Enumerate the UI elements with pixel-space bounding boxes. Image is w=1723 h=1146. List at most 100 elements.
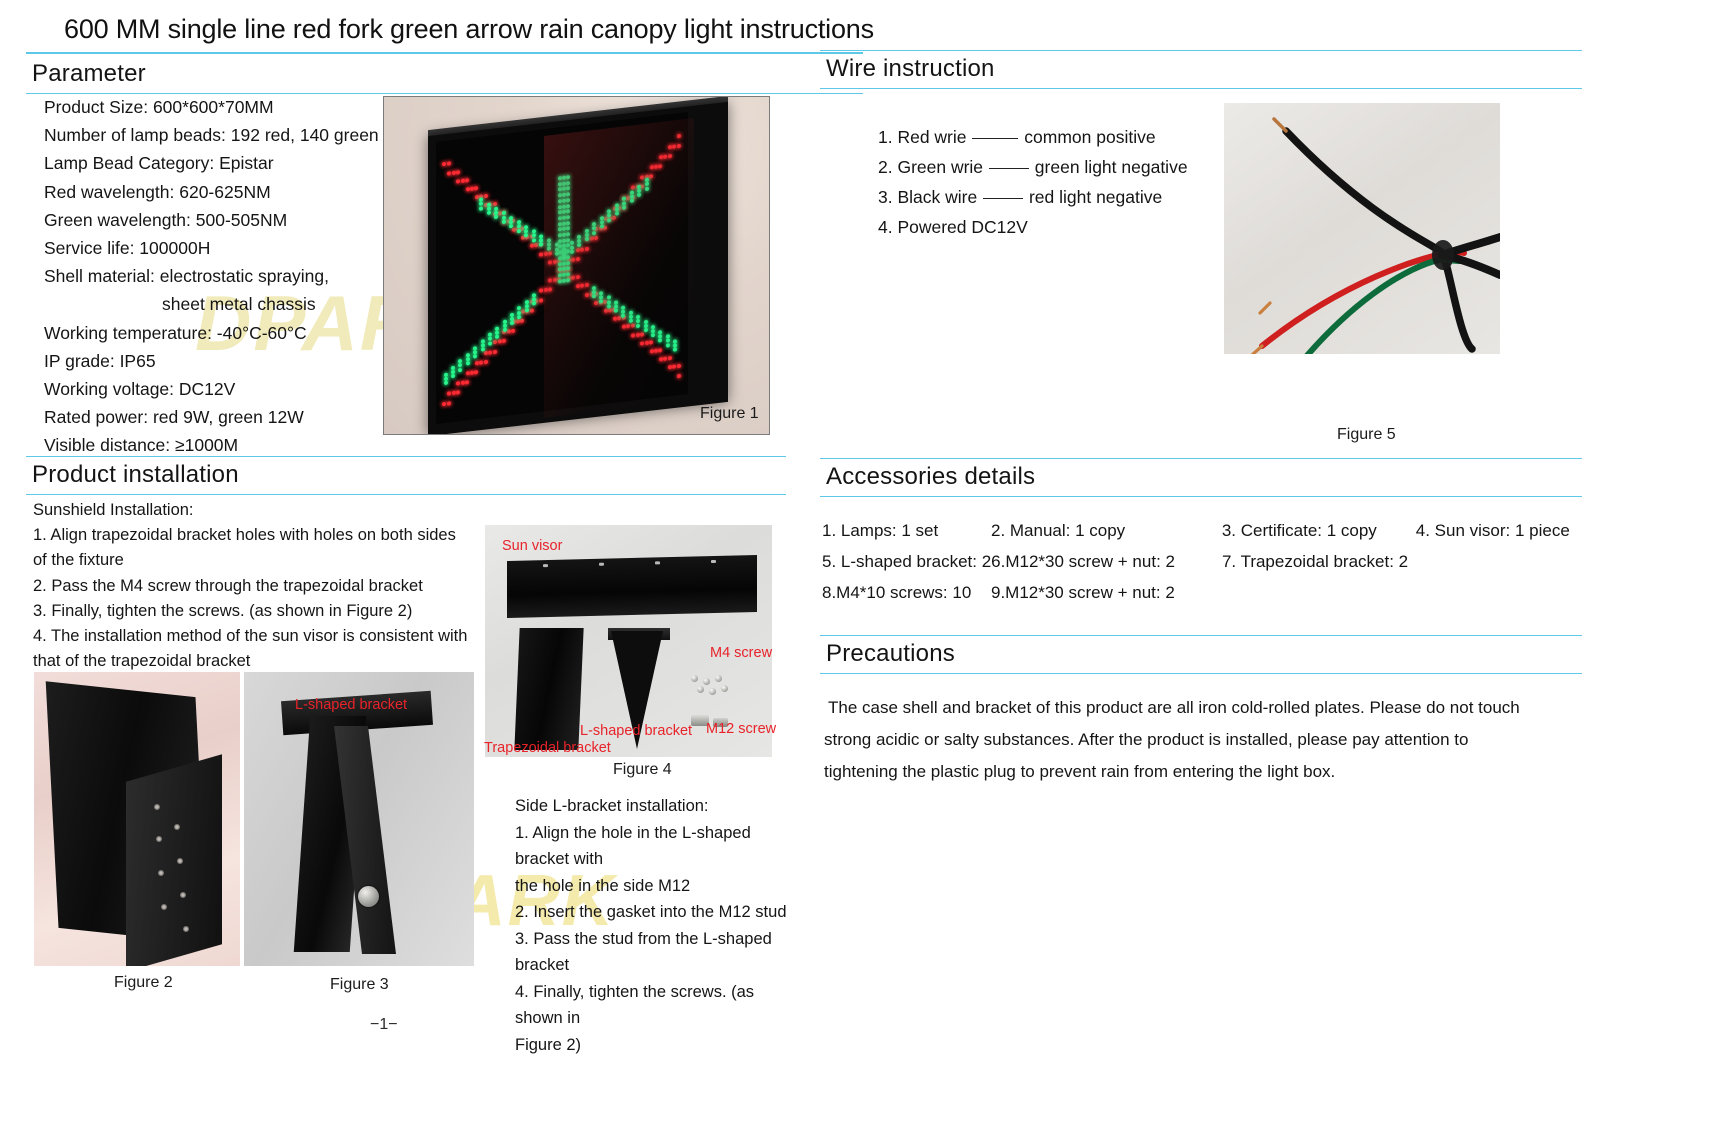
figure-5-caption: Figure 5 — [1337, 426, 1396, 443]
led-bead-red — [447, 170, 452, 176]
document-page: DPARK DPARK 600 MM single line red fork … — [0, 0, 1723, 1146]
led-bead-red — [626, 324, 631, 329]
led-bead-red — [502, 339, 506, 344]
led-bead-red — [511, 328, 516, 334]
led-bead-red — [470, 370, 474, 375]
led-bead-green — [566, 180, 571, 186]
led-bead-red — [539, 288, 544, 294]
wire-diagram — [1250, 117, 1500, 354]
led-bead-red — [658, 357, 663, 362]
led-bead-red — [658, 348, 663, 353]
led-bead-red — [456, 390, 460, 396]
wire-item: 3. Black wire red light negative — [878, 182, 1188, 212]
led-bead-red — [520, 318, 525, 323]
led-bead-green — [487, 340, 492, 346]
led-bead-green — [562, 181, 566, 186]
section-accessories-heading: Accessories details — [826, 463, 1036, 490]
section-precautions-heading: Precautions — [826, 640, 955, 667]
led-bead-red — [465, 187, 470, 192]
figure-3-label-lshaped-bracket: L-shaped bracket — [295, 697, 408, 713]
led-bead-green — [628, 318, 633, 323]
led-bead-red — [580, 283, 585, 289]
sunshield-step-cont: that of the trapezoidal bracket — [33, 652, 251, 671]
led-bead-green — [562, 232, 566, 237]
parameter-row: Working voltage: DC12V — [44, 379, 236, 400]
figure-4-caption: Figure 4 — [613, 761, 672, 778]
title-divider — [26, 52, 863, 54]
lbracket-subheading: Side L-bracket installation: — [515, 797, 709, 815]
led-bead-green — [566, 209, 571, 214]
led-bead-green — [614, 211, 619, 216]
led-bead-green — [592, 294, 596, 299]
led-bead-red — [640, 331, 644, 337]
led-bead-red — [552, 277, 557, 283]
led-bead-red — [548, 250, 552, 256]
section-product-installation-heading: Product installation — [32, 461, 239, 488]
led-bead-green — [562, 215, 566, 220]
lbracket-step: 3. Pass the stud from the L-shaped brack… — [515, 929, 772, 975]
led-bead-red — [516, 319, 520, 324]
led-bead-green — [443, 380, 448, 386]
page-number: −1− — [370, 1016, 398, 1033]
led-bead-green — [557, 176, 562, 181]
led-bead-red — [649, 165, 654, 170]
led-bead-green — [622, 196, 627, 202]
led-bead-red — [479, 360, 484, 365]
wire-item-value: common positive — [1024, 127, 1156, 147]
led-bead-red — [575, 256, 580, 262]
led-bead-red — [603, 225, 608, 231]
led-bead-green — [673, 347, 677, 353]
accessory-item: 8.M4*10 screws: 10 — [822, 583, 972, 602]
led-bead-red — [447, 391, 452, 397]
led-bead-red — [654, 164, 658, 170]
led-bead-green — [451, 374, 455, 379]
led-bead-red — [548, 259, 553, 265]
led-bead-green — [622, 205, 627, 210]
led-bead-red — [594, 236, 598, 241]
led-bead-red — [585, 292, 590, 297]
figure-4-label-sun-visor: Sun visor — [502, 538, 563, 554]
led-bead-green — [566, 277, 571, 283]
parameter-row: Lamp Bead Category: Epistar — [44, 153, 274, 174]
led-bead-red — [676, 364, 681, 369]
led-bead-red — [483, 359, 488, 365]
led-bead-red — [474, 185, 479, 191]
led-bead-red — [631, 332, 636, 338]
parameter-row: Red wavelength: 620-625NM — [44, 181, 271, 202]
accessory-item: 1. Lamps: 1 set — [822, 521, 939, 540]
lbracket-step: 4. Finally, tighten the screws. (as show… — [515, 982, 755, 1028]
led-bead-red — [584, 246, 589, 251]
led-bead-green — [557, 278, 562, 284]
led-bead-green — [516, 228, 521, 233]
led-bead-green — [465, 360, 470, 366]
accessory-item — [1222, 577, 1416, 608]
parameter-row: IP grade: IP65 — [44, 350, 156, 371]
sunshield-step: 2. Pass the M4 screw through the trapezo… — [33, 576, 423, 595]
wire-item: 4. Powered DC12V — [878, 212, 1188, 242]
parameter-row: Number of lamp beads: 192 red, 140 green — [44, 125, 379, 146]
section-wire-instruction-divider-bottom — [820, 88, 1582, 89]
sunshield-subheading: Sunshield Installation: — [33, 501, 194, 519]
led-bead-red — [497, 339, 502, 345]
led-bead-green — [501, 211, 506, 216]
wire-item-index: 3. Black wire — [878, 187, 978, 207]
figure-4-label-trapezoidal-bracket: Trapezoidal bracket — [484, 740, 611, 756]
led-bead-red — [488, 349, 493, 355]
led-bead-red — [460, 380, 465, 386]
led-bead-red — [630, 323, 635, 329]
led-bead-green — [629, 198, 634, 204]
accessory-item: 4. Sun visor: 1 piece — [1415, 521, 1570, 540]
led-bead-green — [658, 337, 663, 343]
led-bead-green — [562, 261, 566, 266]
section-accessories-details: Accessories details — [820, 458, 1582, 497]
sunshield-step-cont: of the fixture — [33, 551, 124, 570]
led-bead-red — [530, 243, 534, 249]
accessory-item: 7. Trapezoidal bracket: 2 — [1221, 552, 1409, 571]
wire-item: 2. Green wrie green light negative — [878, 152, 1188, 182]
parameter-row: Product Size: 600*600*70MM — [44, 97, 274, 117]
led-bead-green — [606, 295, 611, 300]
parameter-list: Product Size: 600*600*70MM Number of lam… — [44, 93, 394, 460]
led-bead-green — [557, 187, 562, 192]
led-bead-red — [497, 210, 502, 216]
led-bead-red — [644, 340, 649, 345]
